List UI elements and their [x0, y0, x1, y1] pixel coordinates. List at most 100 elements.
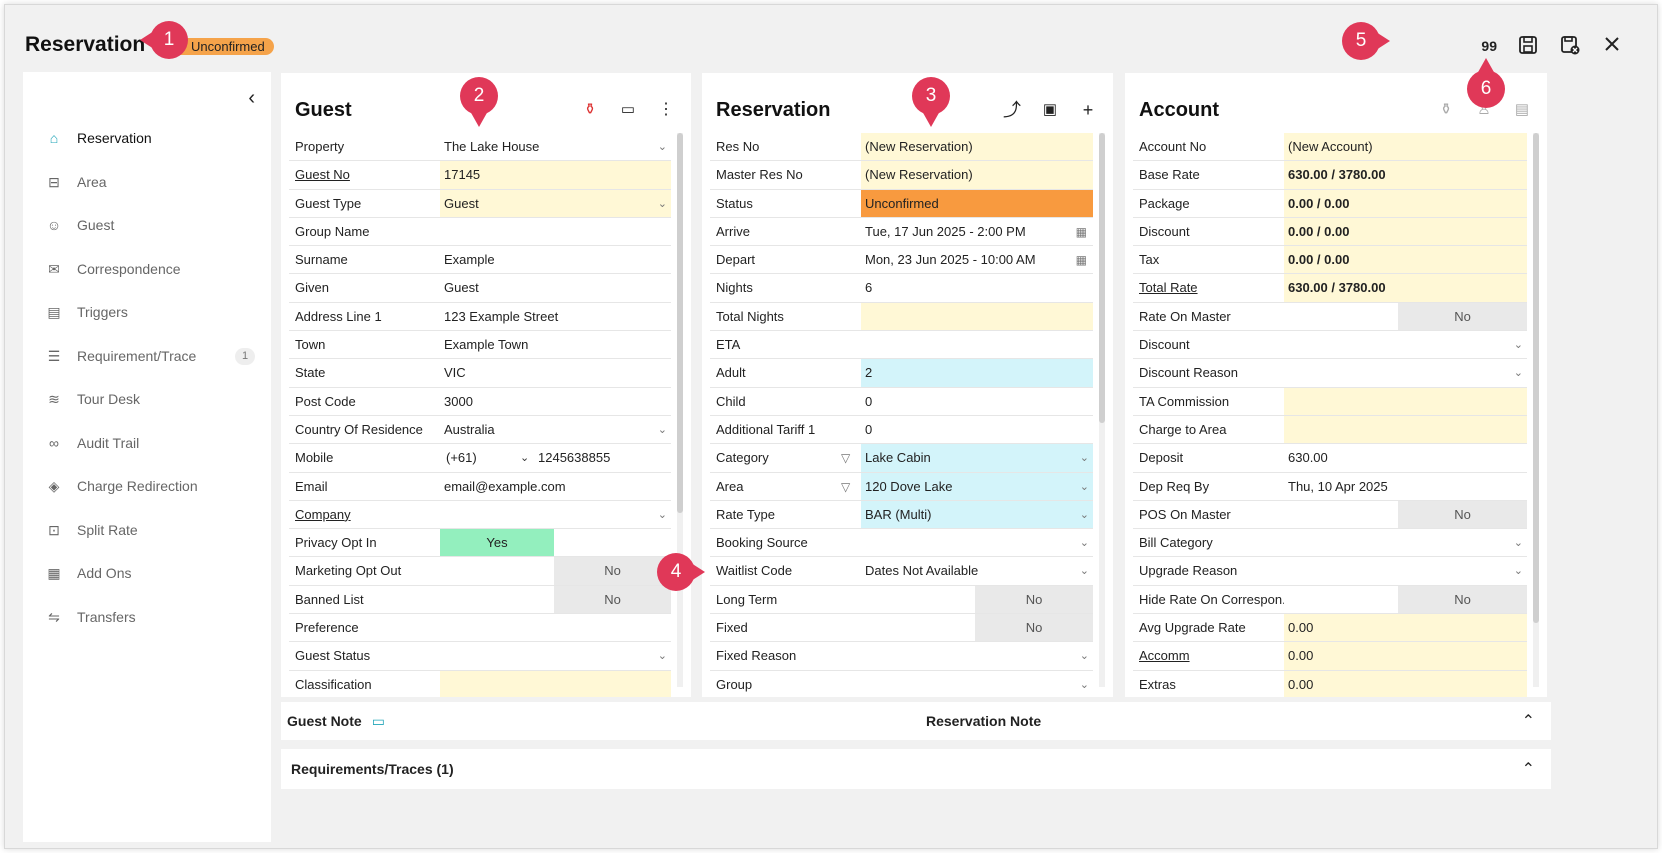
surname-field[interactable]: Example: [440, 246, 671, 273]
toggle-yes[interactable]: [861, 586, 975, 613]
sidebar-item-audit-trail[interactable]: ∞ Audit Trail: [43, 431, 139, 455]
state-field[interactable]: VIC: [440, 359, 671, 386]
save-and-close-icon[interactable]: [1559, 35, 1581, 57]
additional-tariff-field[interactable]: 0: [861, 416, 1093, 443]
sidebar-item-split-rate[interactable]: ⊡ Split Rate: [43, 518, 138, 542]
sidebar-item-tour-desk[interactable]: ≋ Tour Desk: [43, 387, 140, 411]
toggle-no[interactable]: No: [1398, 500, 1527, 529]
id-card-icon[interactable]: ▭: [617, 99, 639, 121]
property-select[interactable]: The Lake House ⌄: [440, 133, 671, 160]
requirements-traces-label[interactable]: Requirements/Traces (1): [291, 761, 454, 777]
classification-field[interactable]: [440, 670, 671, 697]
toggle-yes[interactable]: [1284, 586, 1398, 613]
upload-icon[interactable]: ⤴: [1001, 99, 1023, 121]
adult-field[interactable]: 2: [861, 359, 1093, 387]
ta-commission-field[interactable]: [1284, 387, 1527, 415]
discount-select[interactable]: ⌄: [1284, 331, 1527, 358]
master-res-no-field[interactable]: (New Reservation): [861, 161, 1093, 189]
total-rate-link[interactable]: Total Rate: [1133, 274, 1284, 301]
toggle-no[interactable]: No: [554, 585, 671, 614]
close-icon[interactable]: [1601, 35, 1623, 57]
toggle-yes[interactable]: [861, 614, 975, 641]
rate-type-select[interactable]: BAR (Multi) ⌄: [861, 500, 1093, 529]
toggle-no[interactable]: No: [975, 614, 1093, 642]
depart-datetime[interactable]: Mon, 23 Jun 2025 - 10:00 AM ▦: [861, 246, 1093, 273]
save-icon[interactable]: [1517, 35, 1539, 57]
guest-type-select[interactable]: Guest ⌄: [440, 189, 671, 217]
sidebar-item-transfers[interactable]: ⇋ Transfers: [43, 605, 135, 629]
email-field[interactable]: email@example.com: [440, 473, 671, 500]
nights-field[interactable]: 6: [861, 274, 1093, 301]
sidebar-item-requirement-trace[interactable]: ☰ Requirement/Trace: [43, 344, 197, 368]
toggle-yes[interactable]: [440, 586, 554, 613]
preference-field[interactable]: [440, 614, 671, 641]
sidebar-item-area[interactable]: ⊟ Area: [43, 170, 106, 194]
fixed-toggle[interactable]: No: [861, 614, 1093, 642]
toggle-no[interactable]: No: [1398, 585, 1527, 614]
toggle-no[interactable]: No: [554, 557, 671, 585]
waitlist-code-select[interactable]: Dates Not Available ⌄: [861, 557, 1093, 584]
eta-field[interactable]: [861, 331, 1093, 358]
given-field[interactable]: Guest: [440, 274, 671, 301]
mobile-field[interactable]: (+61) ⌄ 1245638855: [440, 444, 671, 471]
upgrade-reason-select[interactable]: ⌄: [1284, 557, 1527, 584]
toggle-no[interactable]: [554, 529, 671, 556]
country-select[interactable]: Australia ⌄: [440, 416, 671, 443]
scrollbar-thumb[interactable]: [1533, 133, 1539, 623]
town-field[interactable]: Example Town: [440, 331, 671, 358]
collapse-sidebar-icon[interactable]: ‹: [248, 87, 255, 110]
sidebar-item-correspondence[interactable]: ✉ Correspondence: [43, 257, 180, 281]
status-field[interactable]: Unconfirmed: [861, 189, 1093, 217]
extras-field[interactable]: 0.00: [1284, 670, 1527, 697]
comment-icon[interactable]: ▭: [372, 713, 385, 730]
guest-note-label[interactable]: Guest Note: [287, 713, 362, 729]
res-no-field[interactable]: (New Reservation): [861, 133, 1093, 161]
total-nights-field[interactable]: [861, 302, 1093, 331]
scrollbar[interactable]: [677, 133, 683, 687]
rate-on-master-toggle[interactable]: No: [1284, 302, 1527, 331]
pos-on-master-toggle[interactable]: No: [1284, 500, 1527, 529]
bill-category-select[interactable]: ⌄: [1284, 529, 1527, 556]
deposit-field[interactable]: 630.00: [1284, 444, 1527, 471]
guest-no-link[interactable]: Guest No: [289, 161, 440, 188]
arrive-datetime[interactable]: Tue, 17 Jun 2025 - 2:00 PM ▦: [861, 218, 1093, 245]
area-select[interactable]: ▽ 120 Dove Lake ⌄: [841, 472, 1093, 500]
booking-source-select[interactable]: ⌄: [861, 529, 1093, 556]
sidebar-item-add-ons[interactable]: ▦ Add Ons: [43, 561, 131, 585]
toggle-no[interactable]: No: [975, 585, 1093, 614]
long-term-toggle[interactable]: No: [861, 585, 1093, 614]
post-code-field[interactable]: 3000: [440, 388, 671, 415]
sidebar-item-triggers[interactable]: ▤ Triggers: [43, 300, 127, 324]
banned-list-toggle[interactable]: No: [440, 585, 671, 614]
account-no-field[interactable]: (New Account): [1284, 133, 1527, 161]
guest-no-field[interactable]: 17145: [440, 161, 671, 189]
charge-to-area-field[interactable]: [1284, 415, 1527, 444]
money-bag-icon[interactable]: ⚱: [579, 99, 601, 121]
dep-req-by-field[interactable]: Thu, 10 Apr 2025: [1284, 473, 1527, 500]
money-bag-icon[interactable]: ⚱: [1435, 99, 1457, 121]
filter-icon[interactable]: ▽: [841, 444, 850, 472]
calendar-icon[interactable]: ▣: [1039, 99, 1061, 121]
marketing-opt-out-toggle[interactable]: No: [440, 557, 671, 585]
hide-rate-toggle[interactable]: No: [1284, 585, 1527, 614]
toggle-yes[interactable]: [1284, 501, 1398, 528]
child-field[interactable]: 0: [861, 388, 1093, 415]
toggle-no[interactable]: No: [1398, 302, 1527, 331]
discount-reason-select[interactable]: ⌄: [1284, 359, 1527, 386]
scrollbar[interactable]: [1533, 133, 1539, 687]
toggle-yes[interactable]: [440, 557, 554, 584]
chevron-up-icon[interactable]: ⌃: [1522, 759, 1535, 779]
accomm-field[interactable]: 0.00: [1284, 642, 1527, 670]
calendar-icon[interactable]: ▦: [1076, 218, 1087, 246]
chevron-up-icon[interactable]: ⌃: [1522, 711, 1535, 731]
group-select[interactable]: ⌄: [861, 671, 1093, 697]
more-options-icon[interactable]: ⋮: [655, 99, 677, 121]
company-select[interactable]: ⌄: [440, 501, 671, 528]
company-link[interactable]: Company: [289, 501, 440, 528]
toggle-yes[interactable]: [1284, 303, 1398, 330]
sidebar-item-guest[interactable]: ☺ Guest: [43, 213, 115, 237]
scrollbar-thumb[interactable]: [1099, 133, 1105, 423]
scrollbar-thumb[interactable]: [677, 133, 683, 513]
toggle-yes[interactable]: Yes: [440, 529, 554, 557]
add-icon[interactable]: +: [1077, 99, 1099, 121]
